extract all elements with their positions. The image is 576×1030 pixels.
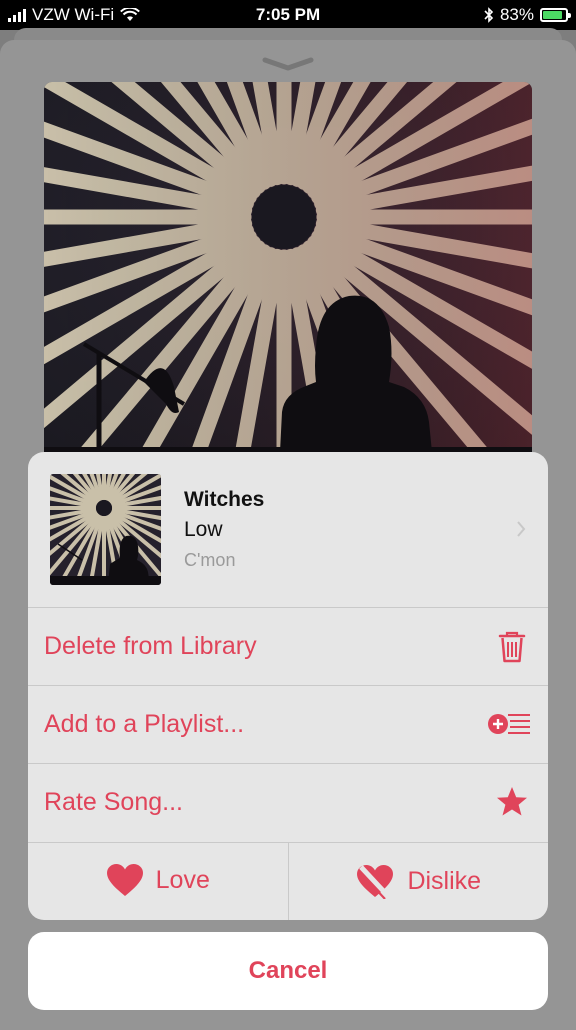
trash-icon [498, 631, 526, 663]
add-to-playlist-button[interactable]: Add to a Playlist... [28, 685, 548, 763]
bluetooth-icon [484, 7, 494, 23]
cancel-label: Cancel [248, 957, 328, 984]
album-artwork [44, 82, 532, 472]
dislike-button[interactable]: Dislike [287, 843, 549, 920]
song-thumbnail [50, 474, 161, 585]
dislike-heart-icon [357, 865, 394, 899]
chevron-right-icon [517, 521, 526, 537]
battery-icon [540, 8, 571, 22]
status-right: 83% [484, 5, 571, 25]
battery-percent: 83% [499, 5, 534, 24]
delete-from-library-label: Delete from Library [44, 632, 257, 660]
song-title: Witches [184, 488, 265, 511]
star-icon [497, 787, 527, 816]
rate-song-button[interactable]: Rate Song... [28, 763, 548, 841]
rate-song-label: Rate Song... [44, 788, 183, 816]
heart-icon [106, 864, 143, 896]
status-bar: VZW Wi-Fi 7:05 PM 83% [0, 0, 576, 30]
dislike-label: Dislike [407, 866, 482, 895]
cancel-button[interactable]: Cancel [28, 932, 548, 1010]
add-to-playlist-label: Add to a Playlist... [44, 710, 245, 738]
love-button[interactable]: Love [28, 843, 288, 920]
love-dislike-row: Love Dislike [28, 842, 548, 920]
add-to-playlist-icon [488, 714, 530, 734]
song-artist: Low [184, 518, 223, 541]
song-album: C'mon [184, 550, 236, 570]
chevron-down-icon[interactable] [262, 56, 314, 72]
love-label: Love [155, 865, 210, 894]
delete-from-library-button[interactable]: Delete from Library [28, 607, 548, 685]
song-action-sheet: Witches Low C'mon Delete from Library Ad… [28, 452, 548, 920]
song-info-row[interactable]: Witches Low C'mon [28, 452, 548, 607]
